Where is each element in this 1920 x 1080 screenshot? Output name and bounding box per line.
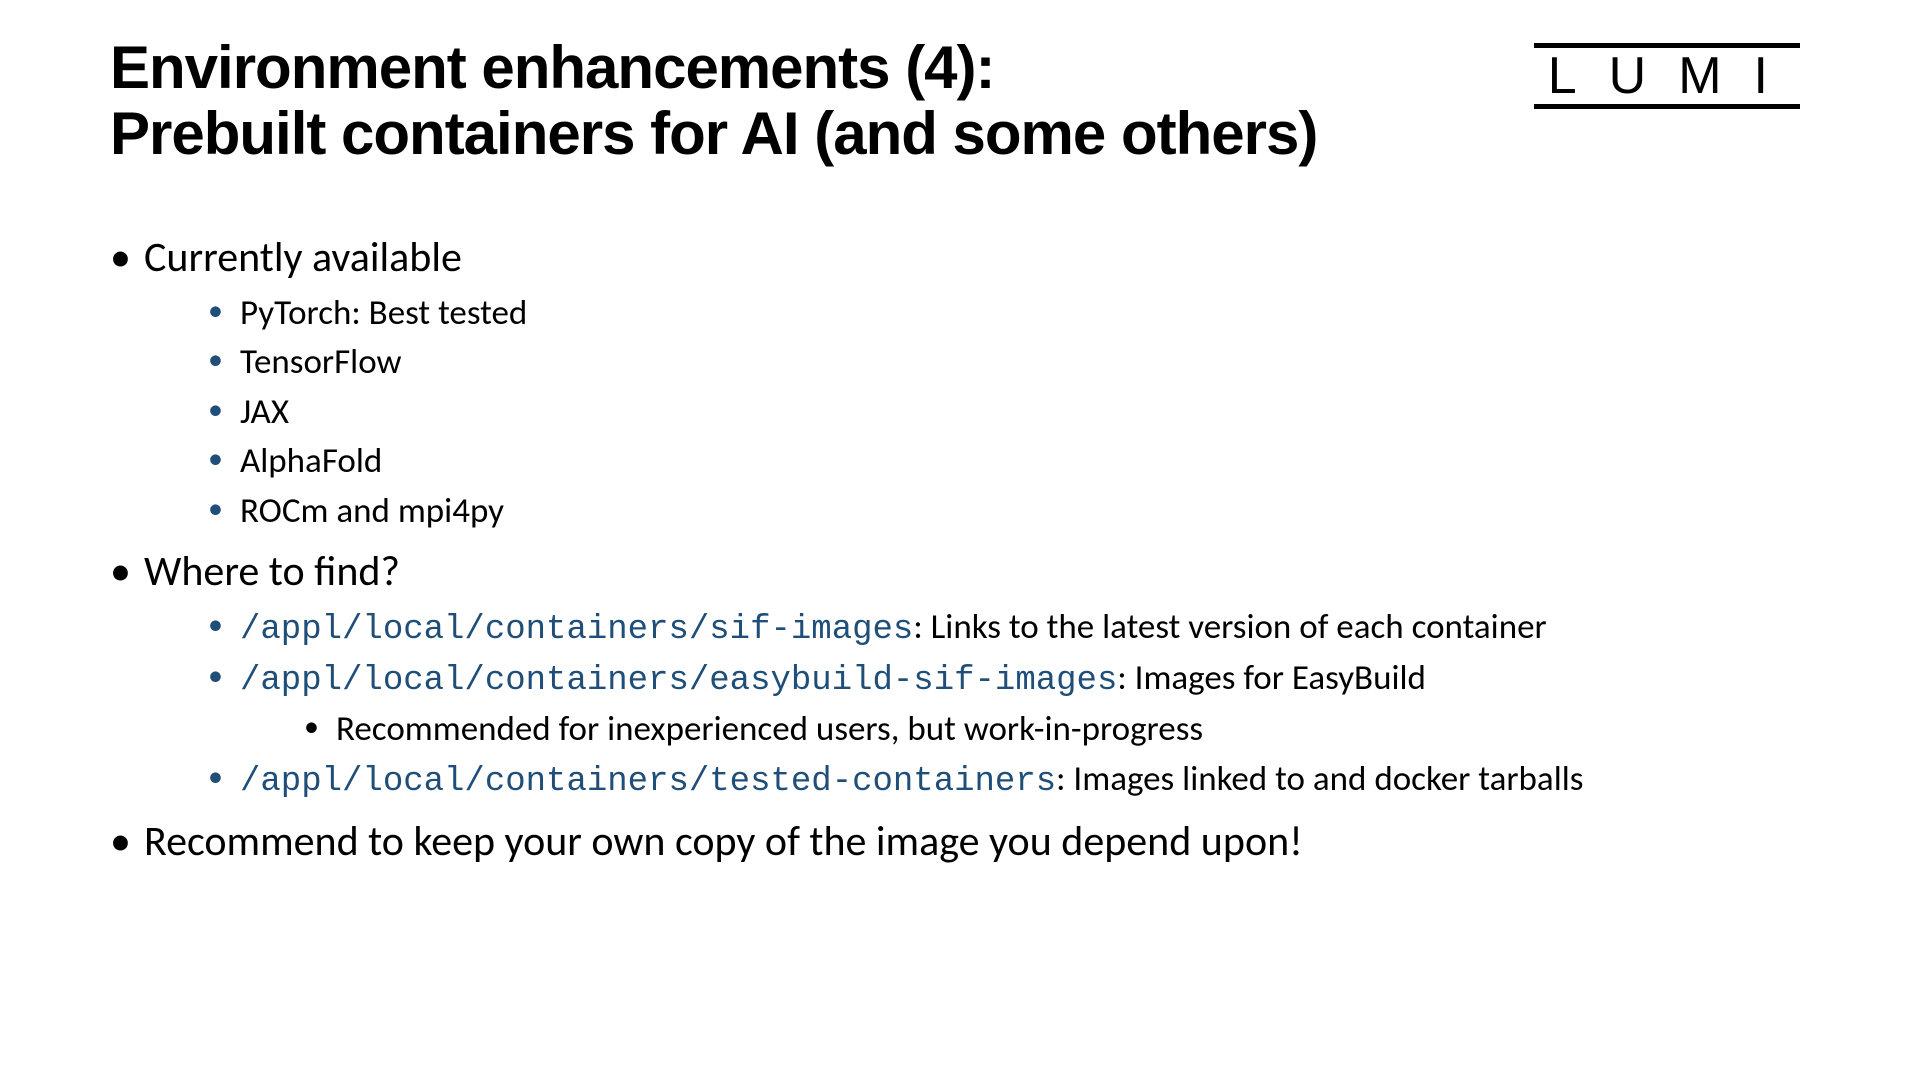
path-text: /appl/local/containers/sif-images (240, 611, 913, 649)
bullet-where-to-find: Where to find? /appl/local/containers/si… (110, 544, 1800, 804)
path-desc: : Images linked to and docker tarballs (1056, 758, 1583, 800)
bullet-recommend: Recommend to keep your own copy of the i… (110, 814, 1800, 871)
slide-header: Environment enhancements (4): Prebuilt c… (110, 35, 1800, 167)
bullet-currently-available: Currently available PyTorch: Best tested… (110, 230, 1800, 534)
list-item: ROCm and mpi4py (208, 489, 1800, 535)
slide-title: Environment enhancements (4): Prebuilt c… (110, 35, 1317, 167)
bullet-label: Recommend to keep your own copy of the i… (144, 816, 1303, 867)
title-line-2: Prebuilt containers for AI (and some oth… (110, 101, 1317, 167)
list-item: AlphaFold (208, 439, 1800, 485)
list-item: TensorFlow (208, 340, 1800, 386)
path-text: /appl/local/containers/tested-containers (240, 763, 1056, 801)
list-item: JAX (208, 390, 1800, 436)
list-item: /appl/local/containers/tested-containers… (208, 757, 1800, 804)
path-desc: : Images for EasyBuild (1117, 657, 1426, 699)
path-text: /appl/local/containers/easybuild-sif-ima… (240, 662, 1117, 700)
list-item: /appl/local/containers/easybuild-sif-ima… (208, 656, 1800, 753)
lumi-logo: LUMI (1534, 43, 1800, 109)
slide-body: Currently available PyTorch: Best tested… (110, 230, 1800, 871)
path-desc: : Links to the latest version of each co… (913, 606, 1546, 648)
list-item: Recommended for inexperienced users, but… (304, 707, 1800, 753)
title-line-1: Environment enhancements (4): (110, 35, 1317, 101)
list-item: /appl/local/containers/sif-images: Links… (208, 605, 1800, 652)
list-item: PyTorch: Best tested (208, 291, 1800, 337)
bullet-label: Currently available (144, 232, 462, 283)
bullet-label: Where to find? (144, 546, 400, 597)
